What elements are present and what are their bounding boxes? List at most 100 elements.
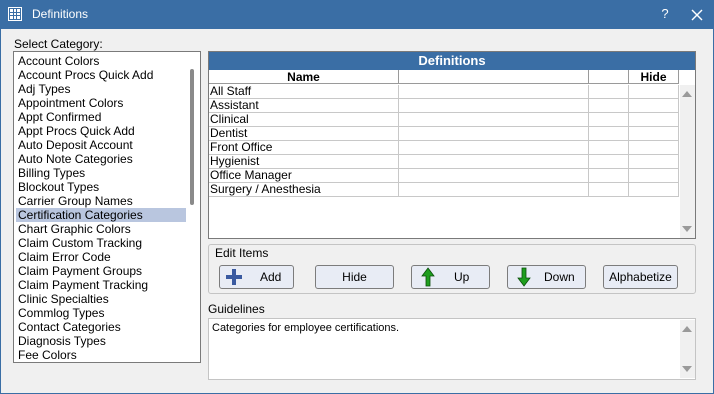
grid-app-icon: [8, 7, 22, 21]
definition-name-cell: Hygienist: [209, 155, 399, 168]
table-row[interactable]: Assistant: [209, 99, 679, 113]
definitions-grid-title: Definitions: [209, 52, 695, 70]
definition-cell: [399, 155, 589, 168]
definition-hide-cell: [629, 169, 679, 182]
hide-button-label: Hide: [342, 270, 367, 284]
table-row[interactable]: Office Manager: [209, 169, 679, 183]
definition-hide-cell: [629, 85, 679, 98]
hide-button[interactable]: Hide: [315, 265, 394, 289]
category-item[interactable]: Account Colors: [16, 54, 186, 68]
title-bar: Definitions ?: [1, 1, 713, 29]
definition-cell: [399, 85, 589, 98]
definition-cell: [589, 141, 629, 154]
category-item[interactable]: Claim Payment Groups: [16, 264, 186, 278]
column-header-2[interactable]: [399, 70, 589, 84]
definition-cell: [589, 99, 629, 112]
guidelines-scrollbar[interactable]: [680, 320, 695, 378]
category-scrollbar-thumb[interactable]: [190, 69, 194, 205]
close-icon: [691, 9, 703, 21]
category-item[interactable]: Auto Deposit Account: [16, 138, 186, 152]
up-button[interactable]: Up: [411, 265, 490, 289]
table-row[interactable]: Surgery / Anesthesia: [209, 183, 679, 197]
definition-hide-cell: [629, 141, 679, 154]
category-item[interactable]: Auto Note Categories: [16, 152, 186, 166]
definition-cell: [589, 127, 629, 140]
category-item[interactable]: Carrier Group Names: [16, 194, 186, 208]
category-item[interactable]: Account Procs Quick Add: [16, 68, 186, 82]
category-item[interactable]: Clinic Specialties: [16, 292, 186, 306]
definition-hide-cell: [629, 113, 679, 126]
scroll-up-icon[interactable]: [682, 326, 692, 332]
category-item[interactable]: Claim Custom Tracking: [16, 236, 186, 250]
definition-name-cell: Assistant: [209, 99, 399, 112]
table-row[interactable]: All Staff: [209, 85, 679, 99]
definition-hide-cell: [629, 99, 679, 112]
add-button[interactable]: Add: [219, 265, 294, 289]
category-list[interactable]: Account Colors Account Procs Quick Add A…: [13, 51, 201, 363]
down-button-label: Down: [544, 270, 575, 284]
table-row[interactable]: Front Office: [209, 141, 679, 155]
definition-cell: [589, 155, 629, 168]
definitions-scrollbar[interactable]: [680, 85, 695, 238]
plus-icon: [226, 269, 242, 285]
down-arrow-icon: [517, 267, 531, 287]
definition-hide-cell: [629, 183, 679, 196]
down-button[interactable]: Down: [507, 265, 586, 289]
definition-name-cell: Dentist: [209, 127, 399, 140]
category-item[interactable]: Claim Payment Tracking: [16, 278, 186, 292]
definition-cell: [589, 183, 629, 196]
category-item[interactable]: Billing Types: [16, 166, 186, 180]
category-item[interactable]: Blockout Types: [16, 180, 186, 194]
definition-name-cell: Office Manager: [209, 169, 399, 182]
definition-cell: [399, 127, 589, 140]
category-item[interactable]: Contact Categories: [16, 320, 186, 334]
definition-name-cell: Surgery / Anesthesia: [209, 183, 399, 196]
category-item-selected[interactable]: Certification Categories: [16, 208, 186, 222]
window-title: Definitions: [32, 7, 89, 21]
definition-cell: [399, 183, 589, 196]
definition-name-cell: Clinical: [209, 113, 399, 126]
add-button-label: Add: [260, 270, 282, 284]
definition-cell: [589, 169, 629, 182]
definition-hide-cell: [629, 127, 679, 140]
definition-cell: [589, 85, 629, 98]
table-row[interactable]: Hygienist: [209, 155, 679, 169]
column-header-name[interactable]: Name: [209, 70, 399, 84]
definition-hide-cell: [629, 155, 679, 168]
column-header-3[interactable]: [589, 70, 629, 84]
definition-name-cell: All Staff: [209, 85, 399, 98]
close-button[interactable]: [687, 5, 707, 25]
definition-name-cell: Front Office: [209, 141, 399, 154]
help-button[interactable]: ?: [657, 6, 673, 24]
definitions-grid: Definitions Name Hide All Staff Assistan…: [208, 51, 696, 239]
column-header-hide[interactable]: Hide: [629, 70, 679, 84]
category-item[interactable]: Fee Colors: [16, 348, 186, 362]
guidelines-text: Categories for employee certifications.: [212, 322, 400, 334]
guidelines-label: Guidelines: [208, 302, 265, 316]
guidelines-box: Categories for employee certifications.: [208, 318, 696, 380]
up-arrow-icon: [421, 267, 435, 287]
category-item[interactable]: Appt Procs Quick Add: [16, 124, 186, 138]
alphabetize-button-label: Alphabetize: [609, 270, 672, 284]
definition-cell: [399, 141, 589, 154]
definition-cell: [399, 99, 589, 112]
category-item[interactable]: Appt Confirmed: [16, 110, 186, 124]
category-item[interactable]: Chart Graphic Colors: [16, 222, 186, 236]
table-row[interactable]: Dentist: [209, 127, 679, 141]
definition-cell: [399, 169, 589, 182]
select-category-label: Select Category:: [14, 37, 103, 51]
category-item[interactable]: Diagnosis Types: [16, 334, 186, 348]
scroll-down-icon[interactable]: [682, 366, 692, 372]
category-item[interactable]: Adj Types: [16, 82, 186, 96]
definitions-window: Definitions ? Select Category: Account C…: [0, 0, 714, 394]
scroll-down-icon[interactable]: [682, 226, 692, 232]
category-item[interactable]: Claim Error Code: [16, 250, 186, 264]
alphabetize-button[interactable]: Alphabetize: [603, 265, 678, 289]
definition-cell: [589, 113, 629, 126]
scroll-up-icon[interactable]: [682, 91, 692, 97]
category-item[interactable]: Commlog Types: [16, 306, 186, 320]
up-button-label: Up: [454, 270, 470, 284]
definition-cell: [399, 113, 589, 126]
table-row[interactable]: Clinical: [209, 113, 679, 127]
category-item[interactable]: Appointment Colors: [16, 96, 186, 110]
